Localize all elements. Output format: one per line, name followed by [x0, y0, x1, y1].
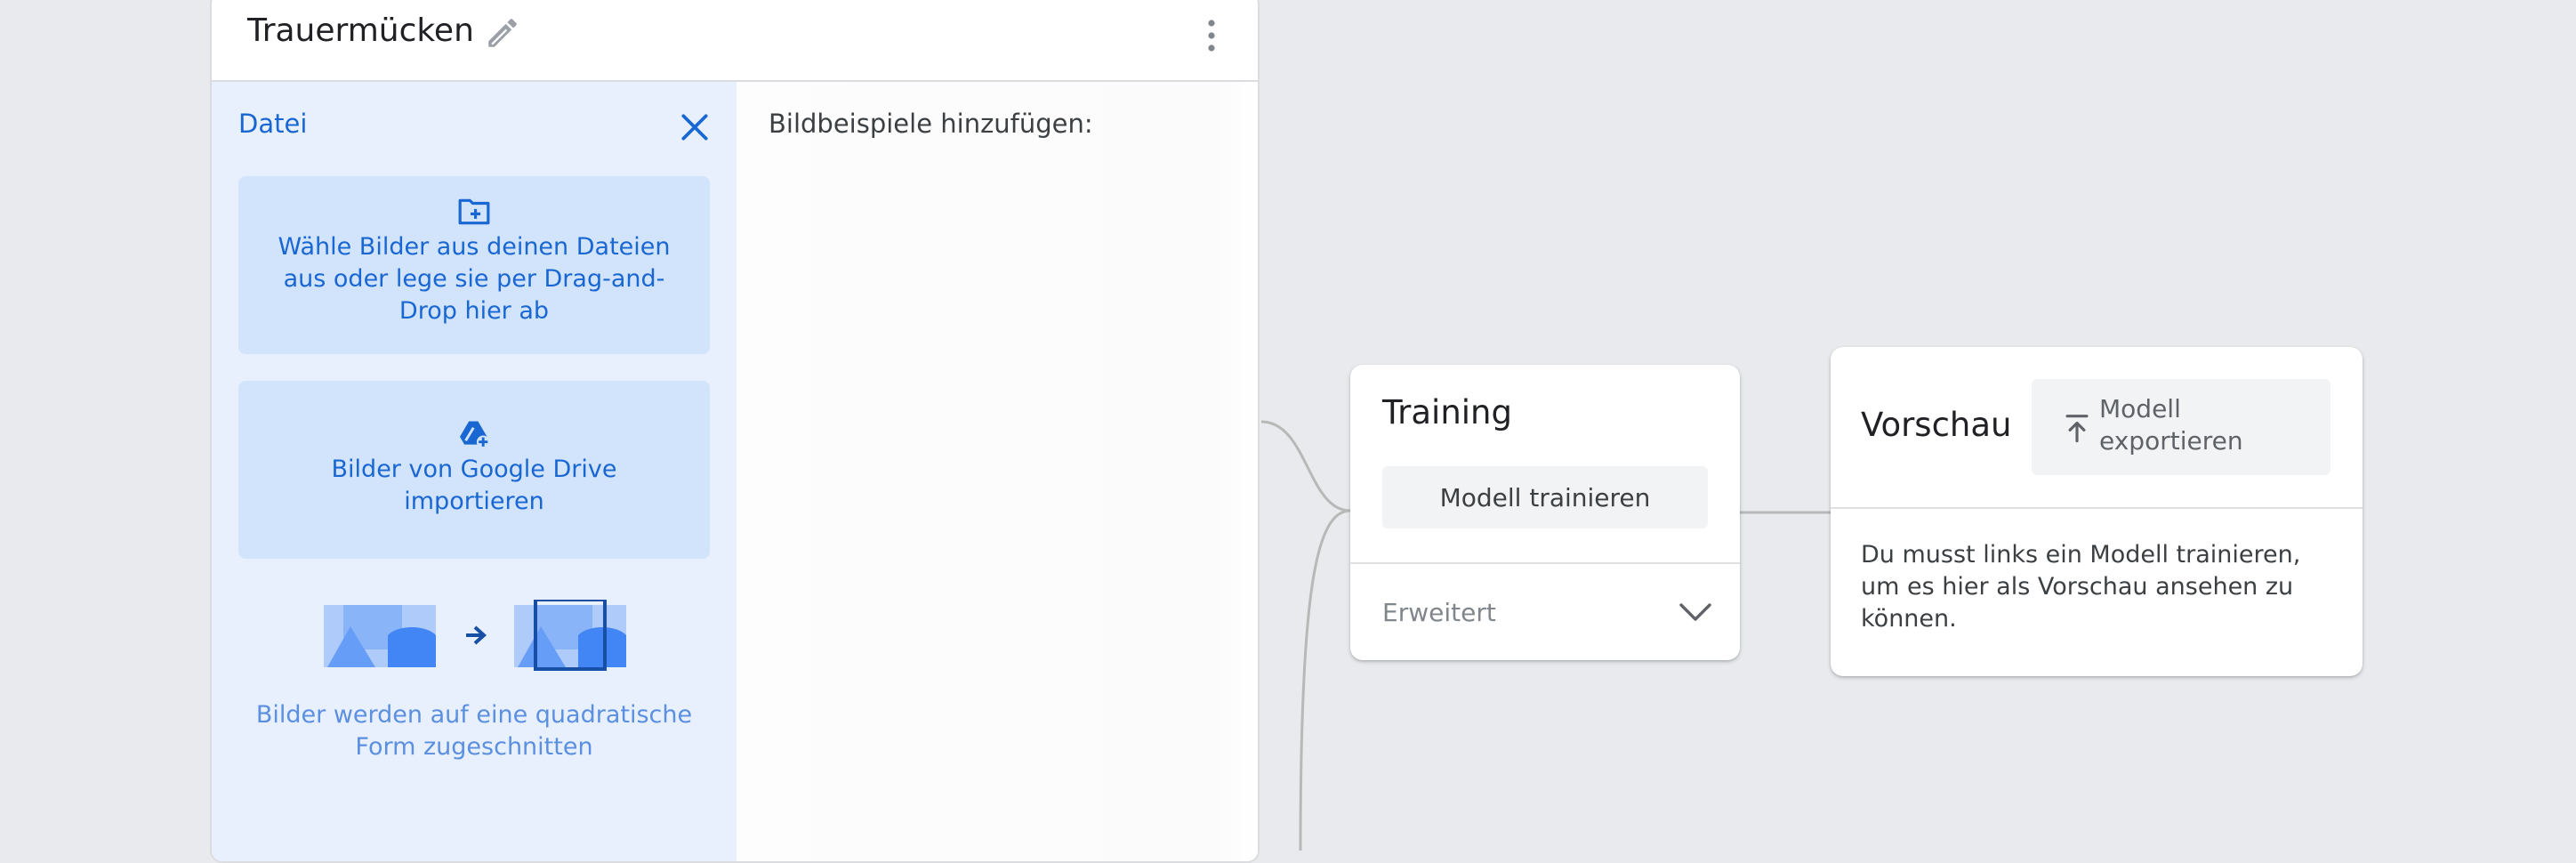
- preview-title: Vorschau: [1861, 406, 2012, 444]
- upload-from-files-button[interactable]: Wähle Bilder aus deinen Dateien aus oder…: [238, 176, 710, 354]
- preview-divider: [1831, 507, 2363, 509]
- preview-card: Vorschau Modell exportieren Du musst lin…: [1831, 347, 2363, 676]
- import-from-drive-button[interactable]: Bilder von Google Drive importieren: [238, 381, 710, 559]
- upload-icon: [2065, 415, 2089, 443]
- crop-note: Bilder werden auf eine quadratische Form…: [255, 701, 693, 761]
- folder-add-icon: [458, 198, 490, 225]
- upload-panel-label: Datei: [238, 109, 308, 139]
- class-card-header: Trauermücken: [212, 2, 1258, 82]
- chevron-down-icon: [1679, 603, 1711, 621]
- class-card: Trauermücken Datei Wähle Bilder aus dein…: [210, 0, 1260, 863]
- more-vert-icon[interactable]: [1203, 18, 1220, 53]
- preview-message: Du musst links ein Modell trainieren, um…: [1861, 541, 2301, 633]
- class-title[interactable]: Trauermücken: [247, 12, 474, 49]
- training-card: Training Modell trainieren Erweitert: [1350, 365, 1740, 660]
- pencil-icon[interactable]: [484, 14, 521, 52]
- advanced-label: Erweitert: [1382, 598, 1496, 627]
- google-drive-add-icon: [460, 421, 490, 448]
- import-from-drive-label: Bilder von Google Drive importieren: [331, 456, 617, 515]
- close-icon[interactable]: [678, 110, 712, 144]
- export-model-button[interactable]: Modell exportieren: [2032, 379, 2330, 475]
- train-model-button[interactable]: Modell trainieren: [1382, 466, 1708, 528]
- image-samples-area: Bildbeispiele hinzufügen:: [737, 82, 1258, 861]
- export-model-label: Modell exportieren: [2099, 394, 2243, 456]
- upload-from-files-label: Wähle Bilder aus deinen Dateien aus oder…: [278, 233, 671, 325]
- training-title: Training: [1382, 393, 1512, 432]
- crop-illustration: [324, 600, 626, 671]
- advanced-toggle[interactable]: Erweitert: [1350, 564, 1740, 660]
- upload-panel: Datei Wähle Bilder aus deinen Dateien au…: [212, 82, 737, 861]
- image-samples-label: Bildbeispiele hinzufügen:: [769, 109, 1093, 139]
